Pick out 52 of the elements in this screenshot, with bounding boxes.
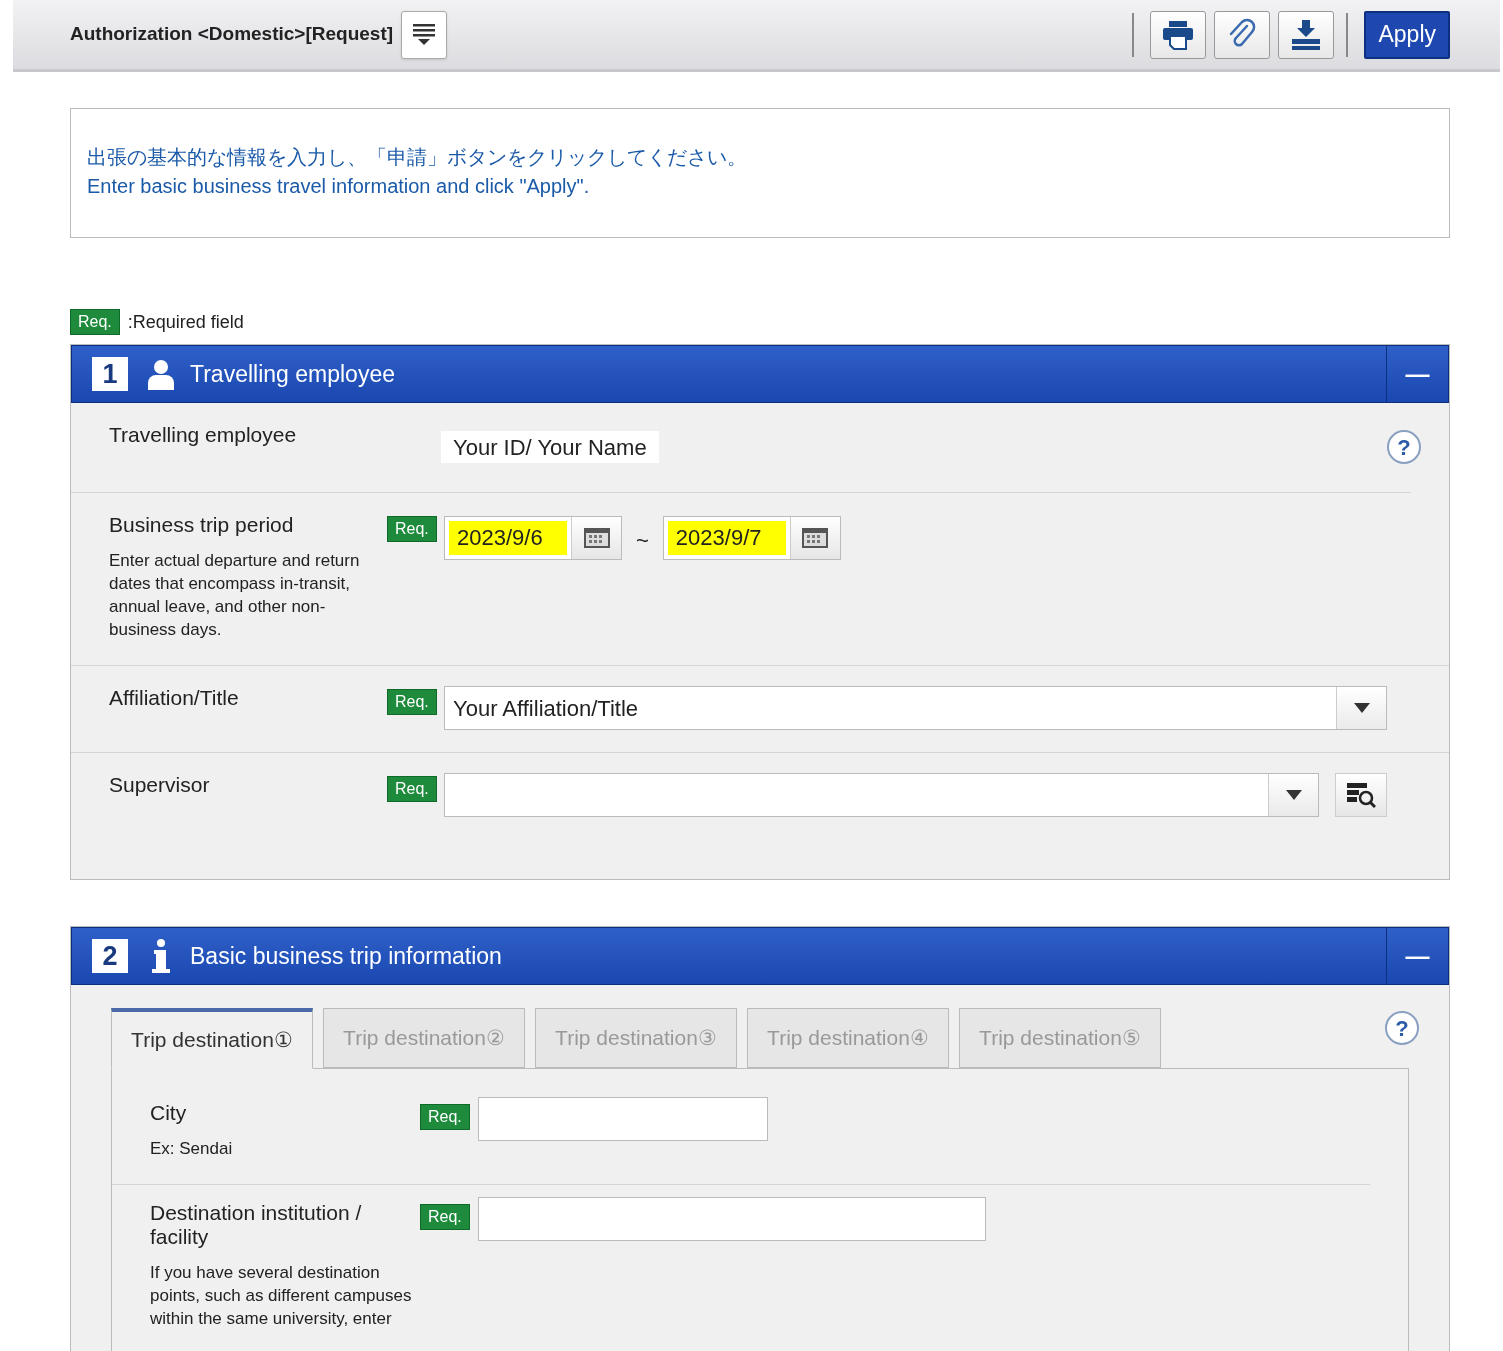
caret-icon: [1285, 790, 1302, 800]
calendar-icon: [582, 526, 611, 550]
date-input[interactable]: 2023/9/7: [667, 521, 786, 555]
print-button[interactable]: [1150, 10, 1207, 59]
field-label: Supervisor: [109, 773, 211, 797]
help-button[interactable]: ?: [1387, 430, 1421, 464]
instruction-text: Enter basic business travel information and click "Apply".: [87, 174, 591, 199]
apply-button[interactable]: Apply: [1364, 10, 1450, 59]
field-note: Enter actual departure and return dates that encompass in-transit, annual leave, and other non-business days.: [109, 550, 361, 641]
field-label: Destination institution / facility: [150, 1201, 363, 1249]
text-input[interactable]: [478, 1097, 768, 1141]
required-badge: Req.: [420, 1104, 470, 1130]
instruction-text: 出張の基本的な情報を入力し、「申請」ボタンをクリックしてください。: [87, 145, 748, 170]
collapse-button[interactable]: —: [1386, 346, 1448, 402]
date-input[interactable]: 2023/9/6: [449, 521, 567, 555]
field-label: City: [150, 1101, 188, 1125]
calendar-icon: [801, 526, 830, 550]
search-icon: [1346, 781, 1376, 809]
field-label: Travelling employee: [109, 423, 298, 447]
required-badge: Req.: [420, 1204, 470, 1230]
section-title: Travelling employee: [190, 359, 395, 389]
dropdown-field[interactable]: Your Affiliation/Title: [444, 686, 1387, 730]
menu-button[interactable]: [401, 10, 448, 59]
required-badge: Req.: [387, 516, 437, 542]
caret-icon: [1353, 703, 1370, 713]
field-label: Business trip period: [109, 513, 295, 537]
download-button[interactable]: [1278, 10, 1335, 59]
field-label: Affiliation/Title: [109, 686, 240, 710]
legend-text: :Required field: [127, 310, 244, 334]
range-separator: ~: [636, 527, 649, 555]
required-badge: Req.: [70, 309, 120, 335]
employee-value: Your ID/ Your Name: [441, 431, 659, 463]
lookup-button[interactable]: [1335, 773, 1387, 817]
calendar-button[interactable]: [789, 517, 840, 559]
calendar-button[interactable]: [571, 517, 621, 559]
required-badge: Req.: [387, 776, 437, 802]
field-note: If you have several destination points, such as different campuses within the same university, enter: [150, 1262, 413, 1330]
section-number: 1: [92, 357, 128, 391]
section-title: Basic business trip information: [190, 941, 502, 971]
printer-icon: [1161, 18, 1196, 51]
dropdown-value: Your Affiliation/Title: [453, 694, 639, 723]
attach-button[interactable]: [1214, 10, 1271, 59]
collapse-button[interactable]: —: [1386, 928, 1448, 984]
person-icon: [146, 358, 176, 390]
section-number: 2: [92, 939, 128, 973]
dropdown-field[interactable]: [444, 773, 1319, 817]
field-note: Ex: Sendai: [150, 1138, 234, 1160]
help-button[interactable]: ?: [1385, 1011, 1419, 1045]
trip-destination-tab[interactable]: Trip destination①: [111, 1008, 313, 1069]
text-input[interactable]: [478, 1197, 986, 1241]
required-badge: Req.: [387, 689, 437, 715]
page-title: Authorization <Domestic>[Request]: [70, 22, 394, 47]
